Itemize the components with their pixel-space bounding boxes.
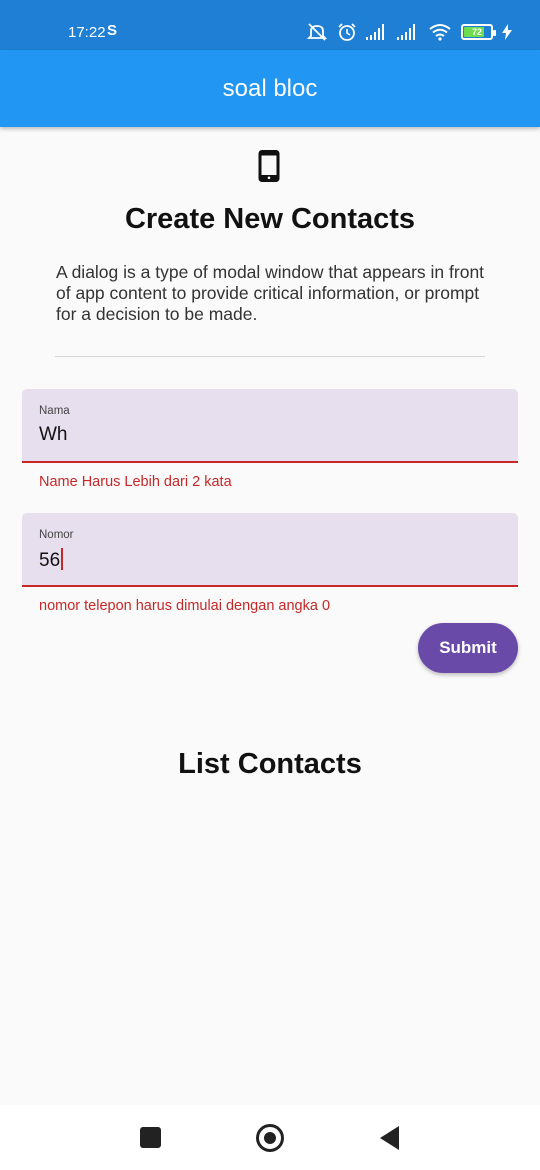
number-error-text: nomor telepon harus dimulai dengan angka… [39, 598, 331, 614]
submit-button[interactable]: Submit [418, 623, 518, 673]
recents-button[interactable] [140, 1127, 161, 1148]
signal-icon [366, 24, 384, 40]
phone-icon [258, 150, 280, 182]
system-nav-bar [0, 1105, 540, 1170]
divider [55, 356, 485, 357]
name-field[interactable]: Nama Wh [22, 389, 518, 463]
battery-level: 72 [471, 27, 482, 37]
app-bar: soal bloc [0, 50, 540, 127]
home-button[interactable] [256, 1124, 284, 1152]
number-field-value[interactable]: 56 [39, 548, 64, 572]
back-button[interactable] [380, 1126, 399, 1150]
alarm-icon [338, 23, 356, 41]
charging-icon [502, 24, 512, 40]
carrier-glyph: S [107, 22, 118, 39]
battery-icon: 72 [461, 24, 496, 40]
number-field[interactable]: Nomor 56 [22, 513, 518, 587]
name-field-label: Nama [39, 405, 70, 417]
mute-icon [306, 23, 328, 41]
status-time: 17:22 [68, 24, 106, 41]
number-field-text: 56 [39, 550, 61, 571]
name-error-text: Name Harus Lebih dari 2 kata [39, 474, 232, 490]
number-field-label: Nomor [39, 529, 74, 541]
name-field-value[interactable]: Wh [39, 424, 68, 446]
list-title: List Contacts [178, 748, 362, 780]
text-caret [61, 548, 64, 570]
status-icons: 72 [306, 20, 512, 44]
page-title: Create New Contacts [124, 203, 416, 235]
app-title: soal bloc [222, 74, 318, 102]
wifi-icon [429, 24, 451, 41]
status-bar: 17:22 S 72 [0, 0, 540, 50]
description-text: A dialog is a type of modal window that … [56, 262, 485, 324]
signal-icon [397, 24, 415, 40]
